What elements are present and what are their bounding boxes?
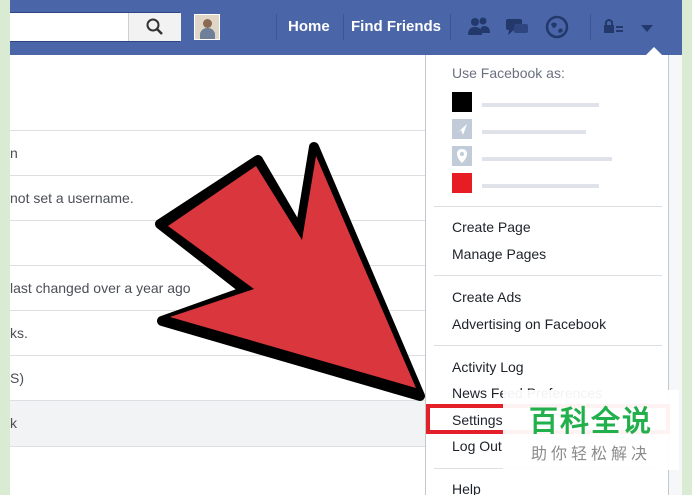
watermark-title: 百科全说 bbox=[528, 406, 653, 438]
watermark-subtitle: 助你轻松解决 bbox=[530, 446, 651, 463]
watermark: 百科全说 助你轻松解决 bbox=[503, 390, 679, 470]
screenshot-frame: Home Find Friends n not set a username. … bbox=[10, 0, 682, 495]
